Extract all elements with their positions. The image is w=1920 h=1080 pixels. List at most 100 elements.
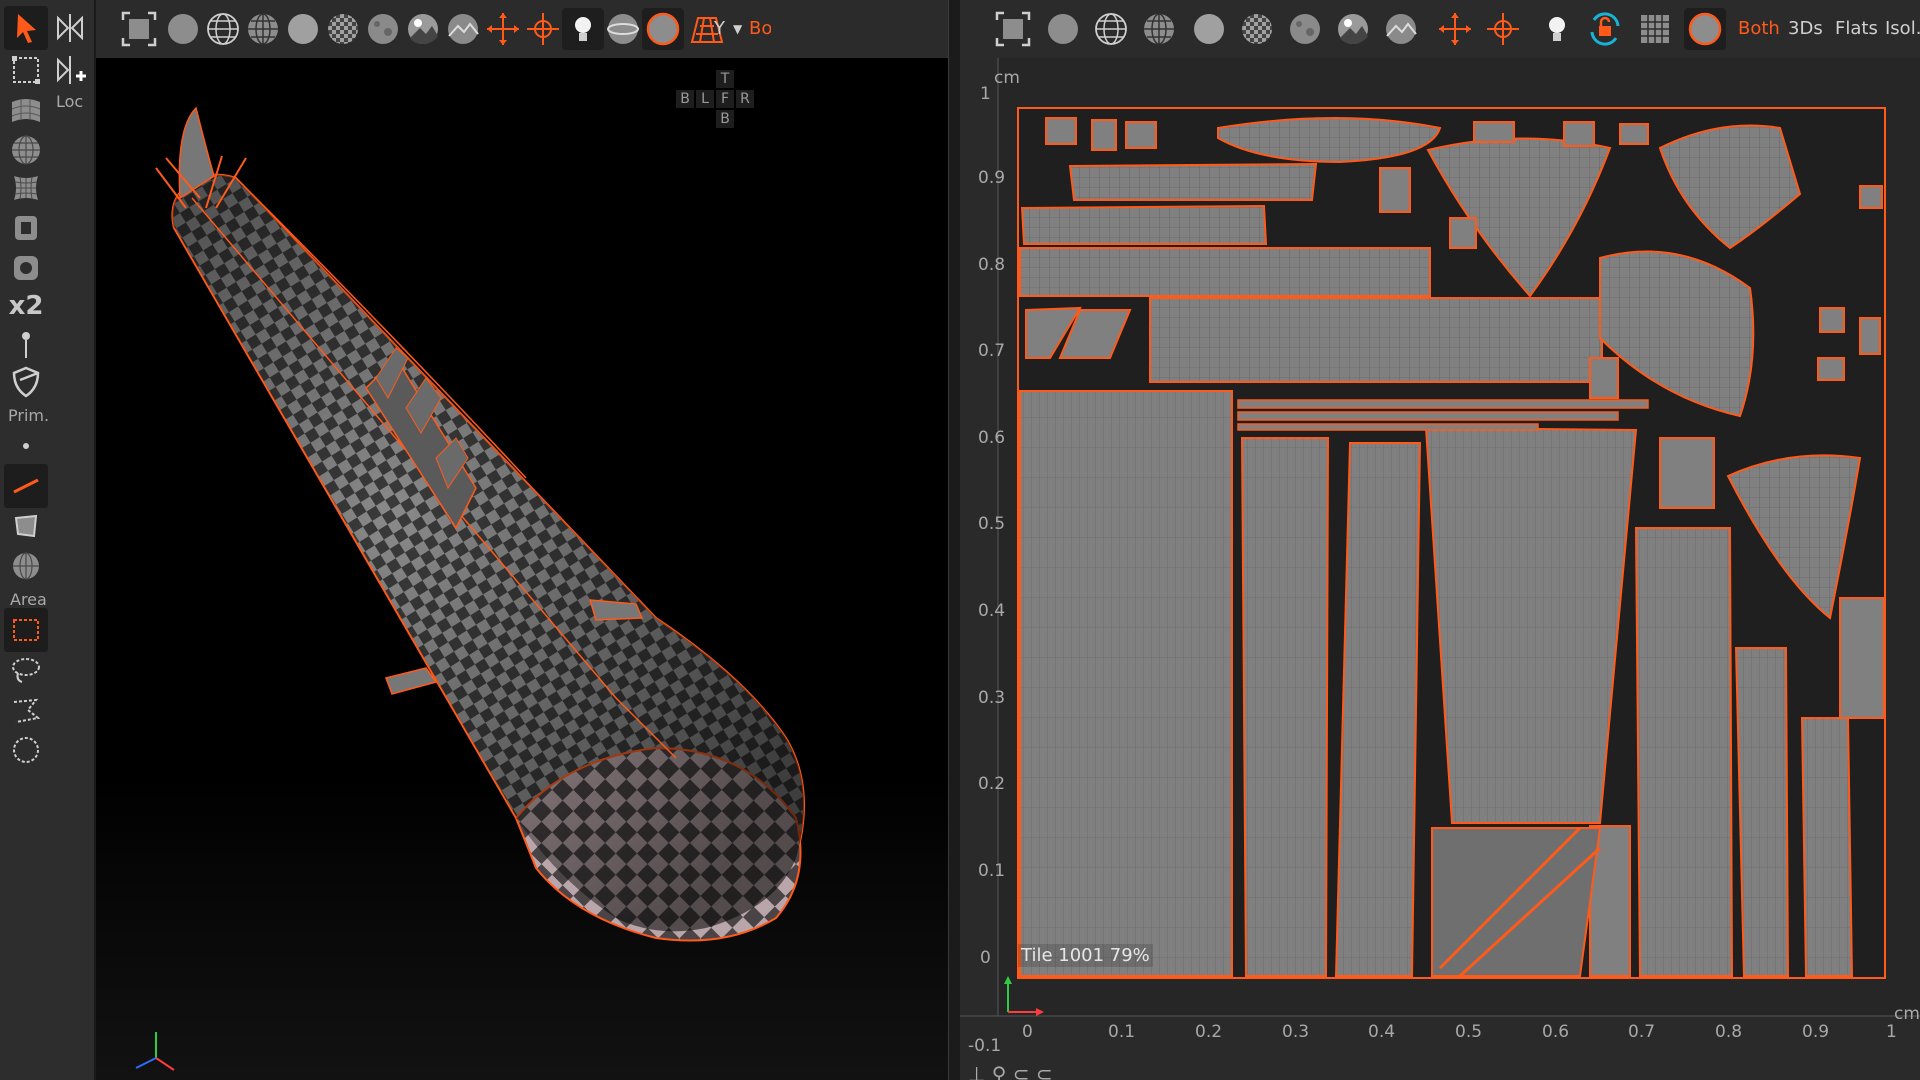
- uv-shaded-button[interactable]: [1042, 8, 1084, 50]
- isolate-toggle-button[interactable]: Isol.: [1885, 18, 1920, 39]
- vertex-mode-button[interactable]: [4, 424, 48, 468]
- circle-area-button[interactable]: [4, 728, 48, 772]
- y-tick: 0.4: [978, 601, 1006, 621]
- uv-light-button[interactable]: [1536, 8, 1578, 50]
- nav-cube-top[interactable]: T: [716, 70, 734, 88]
- center-arrows-icon: [1439, 13, 1471, 45]
- distortion-sphere-icon: [368, 14, 398, 44]
- dashed-circle-icon: [13, 737, 39, 763]
- x-tick: 0: [1022, 1022, 1033, 1042]
- frame-all-button[interactable]: [118, 8, 160, 50]
- y-tick: -0.1: [968, 1036, 1002, 1056]
- uv-wire-button[interactable]: [1090, 8, 1132, 50]
- uv-unlock-button[interactable]: [1584, 8, 1626, 50]
- wire-shaded-button[interactable]: [242, 8, 284, 50]
- backface-button[interactable]: [602, 8, 644, 50]
- rect-area-button[interactable]: [4, 608, 48, 652]
- select-tool-button[interactable]: [4, 6, 48, 50]
- nav-cube-front[interactable]: F: [716, 90, 734, 108]
- y-tick: 0: [980, 948, 991, 968]
- wire-sphere-icon: [207, 13, 239, 45]
- light-toggle-button[interactable]: [562, 8, 604, 50]
- shield-tool-button[interactable]: [4, 360, 48, 404]
- chevron-down-icon[interactable]: ▼: [733, 22, 742, 36]
- landscape-texture-button[interactable]: [442, 8, 484, 50]
- both-mode-toggle-3d[interactable]: Both: [749, 18, 771, 39]
- island-mode-button[interactable]: [4, 544, 48, 588]
- cursor-arrow-icon: [17, 14, 36, 43]
- cloth-grid-icon: [11, 99, 41, 122]
- grid-tool-button[interactable]: [4, 166, 48, 210]
- center-target-button[interactable]: [522, 8, 564, 50]
- distortion-sphere-icon: [1290, 14, 1320, 44]
- uv-frame-button[interactable]: [992, 8, 1034, 50]
- area-label: Area: [10, 590, 47, 609]
- polyline-area-button[interactable]: [4, 688, 48, 732]
- uv-layout: [960, 58, 1920, 1080]
- prim-label: Prim.: [8, 406, 50, 425]
- nav-cube-left[interactable]: L: [696, 90, 714, 108]
- lightbulb-icon: [575, 17, 591, 41]
- rect-select-tool-button[interactable]: [4, 48, 48, 92]
- uv-center-target-button[interactable]: [1482, 8, 1524, 50]
- shaded-sphere-button[interactable]: [162, 8, 204, 50]
- y-tick: 0.5: [978, 514, 1006, 534]
- threeds-toggle-button[interactable]: 3Ds: [1788, 18, 1823, 39]
- wire-sphere-button[interactable]: [202, 8, 244, 50]
- x-tick: 0.7: [1628, 1022, 1656, 1042]
- center-target-icon: [527, 13, 559, 45]
- nav-cube-bottom[interactable]: B: [716, 110, 734, 128]
- tile-label: Tile 1001 79%: [1018, 944, 1153, 967]
- x-tick: 0.8: [1715, 1022, 1743, 1042]
- viewport-3d-toolbar: Y ▼ Both: [96, 0, 948, 58]
- axis-select[interactable]: Y: [714, 18, 725, 39]
- snap-icon[interactable]: ⊥ ⚲ ⊂ ⊂: [968, 1062, 1053, 1080]
- symmetry-plus-icon: [57, 56, 86, 84]
- uv-image-button[interactable]: [1332, 8, 1374, 50]
- cloth-tool-button[interactable]: [4, 88, 48, 132]
- both-toggle-button[interactable]: Both: [1738, 18, 1780, 39]
- uv-wire-shaded-button[interactable]: [1138, 8, 1180, 50]
- uv-viewport[interactable]: ⊥ ⚲ ⊂ ⊂: [960, 58, 1920, 1080]
- lasso-icon: [12, 658, 40, 683]
- symmetry-button[interactable]: [48, 6, 92, 50]
- material-sphere-button[interactable]: [642, 8, 684, 50]
- center-move-button[interactable]: [482, 8, 524, 50]
- uv-checker-button[interactable]: [1236, 8, 1278, 50]
- nav-cube-back[interactable]: B: [676, 90, 694, 108]
- distortion-texture-button[interactable]: [362, 8, 404, 50]
- dashed-rect-icon: [13, 619, 39, 641]
- edge-line-icon: [13, 478, 39, 494]
- uv-unit-bottom: cm: [1894, 1004, 1920, 1024]
- uv-landscape-button[interactable]: [1380, 8, 1422, 50]
- sym-add-button[interactable]: [48, 48, 92, 92]
- uv-grid-button[interactable]: [1634, 8, 1676, 50]
- center-arrows-icon: [487, 13, 519, 45]
- edge-mode-button[interactable]: [4, 464, 48, 508]
- image-texture-button[interactable]: [402, 8, 444, 50]
- flats-toggle-button[interactable]: Flats: [1835, 18, 1878, 39]
- viewport-3d[interactable]: T B L F R B: [96, 58, 948, 1080]
- disc-sphere-icon: [607, 14, 639, 44]
- uv-center-move-button[interactable]: [1434, 8, 1476, 50]
- checker-texture-button[interactable]: [322, 8, 364, 50]
- x-tick: 0.2: [1195, 1022, 1223, 1042]
- polygon-mode-button[interactable]: [4, 504, 48, 548]
- x-tick: 0.5: [1455, 1022, 1483, 1042]
- frame-icon: [121, 11, 157, 47]
- uv-material-button[interactable]: [1684, 8, 1726, 50]
- nav-cube-right[interactable]: R: [736, 90, 754, 108]
- texture-off-button[interactable]: [282, 8, 324, 50]
- x-tick: 0.4: [1368, 1022, 1396, 1042]
- x-tick: 0.9: [1802, 1022, 1830, 1042]
- uv-distortion-button[interactable]: [1284, 8, 1326, 50]
- cylinder-tool-button[interactable]: [4, 206, 48, 250]
- plain-sphere-icon: [1194, 14, 1224, 44]
- uv-texture-off-button[interactable]: [1188, 8, 1230, 50]
- y-tick: 0.3: [978, 688, 1006, 708]
- left-toolbar: Loc x2 Prim. Area: [0, 0, 96, 1080]
- x-tick: 0.6: [1542, 1022, 1570, 1042]
- lightbulb-icon: [1549, 17, 1565, 41]
- wire-shaded-sphere-icon: [248, 13, 278, 45]
- lasso-area-button[interactable]: [4, 648, 48, 692]
